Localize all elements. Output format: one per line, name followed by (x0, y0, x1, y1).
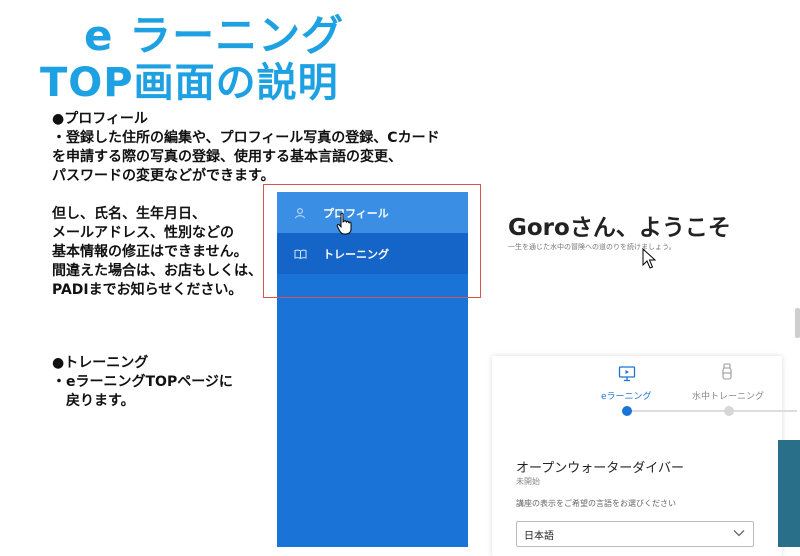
welcome-heading: Goroさん、ようこそ (508, 215, 731, 241)
arrow-cursor-icon (642, 247, 657, 274)
note-line: ●プロフィール (52, 111, 148, 127)
monitor-icon (618, 365, 636, 387)
language-select[interactable]: 日本語 (516, 521, 754, 547)
scrollbar[interactable] (795, 308, 800, 338)
course-title: オープンウォーターダイバー (516, 461, 684, 476)
slide-title-line2: TOP画面の説明 (40, 60, 339, 106)
chevron-down-icon (733, 529, 745, 540)
language-select-value: 日本語 (524, 530, 554, 542)
course-thumbnail (778, 440, 800, 547)
note-line: 戻ります。 (52, 393, 135, 409)
training-notes: ●トレーニング ・eラーニングTOPページに 戻ります。 (52, 354, 233, 411)
step-water-training[interactable]: 水中トレーニング (692, 389, 764, 402)
note-line: ・eラーニングTOPページに (52, 374, 233, 390)
step-dot-inactive (724, 406, 734, 416)
step-elearning[interactable]: eラーニング (601, 389, 652, 402)
note-line: ・登録した住所の編集や、プロフィール写真の登録、Cカード (52, 130, 440, 146)
note-line: を申請する際の写真の登録、使用する基本言語の変更、 (52, 149, 402, 165)
highlight-box (263, 184, 481, 298)
step-dot-active (622, 406, 632, 416)
progress-line (627, 410, 797, 412)
course-status: 未開始 (516, 477, 540, 486)
language-prompt: 講座の表示をご希望の言語をお選びください (516, 499, 676, 508)
diver-icon (720, 363, 734, 387)
hand-cursor-icon (336, 212, 354, 240)
note-line: ●トレーニング (52, 355, 149, 371)
